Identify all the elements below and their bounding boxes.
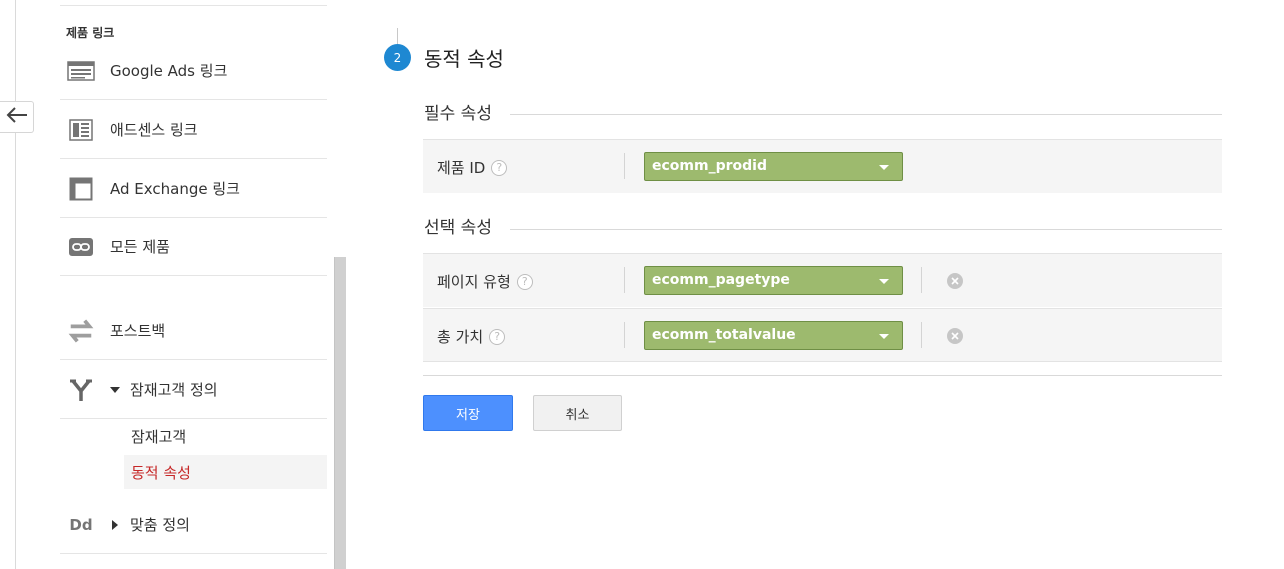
dropdown-arrow-icon [879,165,889,170]
sidebar-item-label: 모든 제품 [110,238,170,256]
help-icon[interactable]: ? [491,159,508,176]
sidebar-item-adsense[interactable]: 애드센스 링크 [60,101,327,159]
close-icon [951,277,959,285]
cancel-button[interactable]: 취소 [533,395,622,431]
attribute-label: 페이지 유형 ? [437,271,533,292]
sidebar-item-all-products[interactable]: 모든 제품 [60,218,327,276]
required-section-title: 필수 속성 [424,99,504,124]
sidebar-item-label: 애드센스 링크 [110,121,198,139]
attribute-label-text: 페이지 유형 [437,273,511,291]
sidebar-item-ad-exchange[interactable]: Ad Exchange 링크 [60,160,327,218]
attribute-row-total-value: 총 가치 ? ecomm_totalvalue [423,308,1222,362]
left-rail-divider [15,0,16,569]
variable-select[interactable]: ecomm_totalvalue [644,321,903,350]
section-divider [510,114,1222,115]
row-divider [921,322,922,348]
sidebar-item-audience-definitions[interactable]: 잠재고객 정의 [60,361,327,419]
postback-icon [67,319,95,343]
attribute-row-page-type: 페이지 유형 ? ecomm_pagetype [423,253,1222,307]
dropdown-arrow-icon [879,279,889,284]
caret-right-icon [112,519,118,530]
sidebar-item-label: 맞춤 정의 [130,516,190,534]
attribute-row-product-id: 제품 ID ? ecomm_prodid [423,139,1222,193]
adsense-icon [67,118,95,142]
arrow-left-icon [6,106,28,128]
select-value: ecomm_totalvalue [652,327,796,343]
sidebar-scrollbar[interactable] [334,257,346,569]
sidebar-section-header: 제품 링크 [66,26,115,40]
sidebar-item-label: 잠재고객 정의 [130,381,218,399]
step-number-badge: 2 [384,44,411,71]
remove-attribute-button[interactable] [947,273,963,289]
attribute-label-text: 제품 ID [437,159,486,177]
row-divider [921,267,922,293]
select-value: ecomm_prodid [652,158,767,174]
dropdown-arrow-icon [879,334,889,339]
sidebar-subitem-audiences[interactable]: 잠재고객 [124,419,327,453]
section-divider [510,229,1222,230]
row-divider [624,322,625,348]
remove-attribute-button[interactable] [947,328,963,344]
close-icon [951,332,959,340]
attribute-label: 총 가치 ? [437,326,506,347]
attribute-label: 제품 ID ? [437,157,508,178]
custom-definitions-icon: Dd [69,515,93,534]
row-divider [624,267,625,293]
link-icon [67,235,95,259]
sidebar-divider [60,5,327,6]
sidebar-subitem-dynamic-attributes[interactable]: 동적 속성 [124,455,327,489]
sidebar-item-label: Google Ads 링크 [110,62,228,80]
help-icon[interactable]: ? [489,328,506,345]
sidebar-item-custom-definitions[interactable]: Dd 맞춤 정의 [60,496,327,554]
caret-down-icon [110,386,120,393]
form-bottom-divider [423,375,1222,376]
variable-select[interactable]: ecomm_prodid [644,152,903,181]
attribute-label-text: 총 가치 [437,328,484,346]
row-divider [624,153,625,179]
save-button[interactable]: 저장 [423,395,513,431]
help-icon[interactable]: ? [516,273,533,290]
step-title: 동적 속성 [424,47,504,71]
back-button[interactable] [0,101,34,133]
select-value: ecomm_pagetype [652,272,790,288]
ad-exchange-icon [67,177,95,201]
sidebar-item-google-ads[interactable]: Google Ads 링크 [60,42,327,100]
optional-section-title: 선택 속성 [424,213,504,238]
sidebar-item-label: Ad Exchange 링크 [110,180,240,198]
step-connector-line [397,28,398,44]
audience-definitions-icon [67,378,95,402]
sidebar: 제품 링크 Google Ads 링크 애드센스 링크 Ad Exchange … [60,0,328,569]
sidebar-item-label: 포스트백 [110,322,166,340]
variable-select[interactable]: ecomm_pagetype [644,266,903,295]
google-ads-icon [67,59,95,83]
sidebar-item-postback[interactable]: 포스트백 [60,302,327,360]
